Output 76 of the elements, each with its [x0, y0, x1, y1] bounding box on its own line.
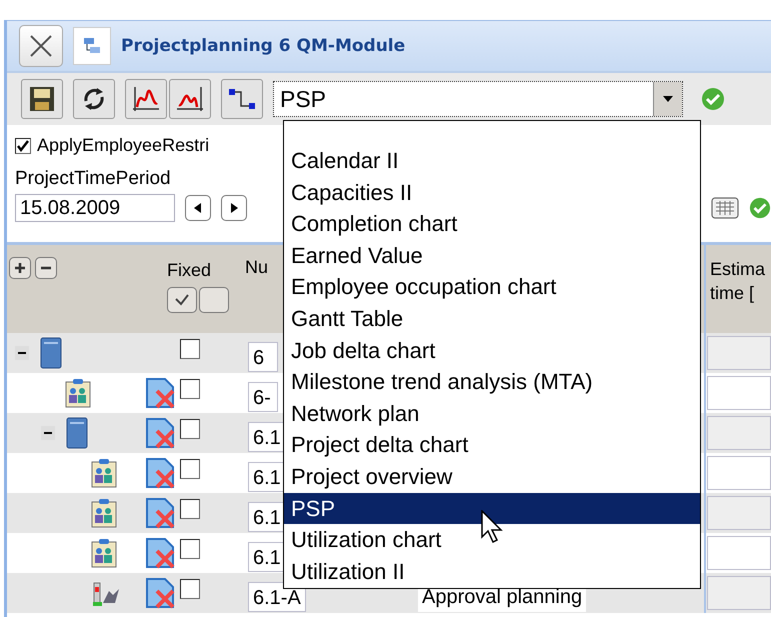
dropdown-option[interactable]: Project overview — [284, 460, 700, 493]
checkbox[interactable] — [180, 579, 200, 599]
mouse-pointer-icon — [481, 510, 503, 544]
close-button[interactable] — [19, 25, 63, 67]
dropdown-option[interactable]: Completion chart — [284, 208, 700, 240]
dropdown-option[interactable]: Network plan — [284, 398, 700, 430]
check-all-button[interactable] — [167, 287, 197, 313]
collapse-button[interactable] — [15, 346, 29, 360]
book-icon — [39, 337, 63, 369]
plus-icon — [13, 261, 27, 275]
caret-icon — [662, 95, 674, 103]
uncheck-all-button[interactable] — [199, 287, 229, 313]
view-select[interactable]: PSP — [273, 81, 683, 117]
field-label: ProjectTimePeriod — [15, 168, 172, 190]
checkmark-icon[interactable] — [701, 87, 725, 111]
dropdown-option[interactable]: Capacities II — [284, 176, 700, 208]
document-delete-icon[interactable] — [145, 497, 177, 529]
table-cell: 6.1-A — [248, 582, 306, 612]
checkbox[interactable] — [180, 379, 200, 399]
checkbox[interactable] — [15, 138, 31, 154]
network-button[interactable] — [221, 79, 263, 119]
checkmark-icon[interactable] — [749, 197, 771, 219]
window-title: Projectplanning 6 QM-Module — [121, 36, 406, 56]
table-cell: 6 — [248, 342, 278, 372]
collapse-button[interactable] — [41, 426, 55, 440]
date-field[interactable]: 15.08.2009 — [15, 194, 175, 222]
dropdown-option[interactable]: Gantt Table — [284, 302, 700, 335]
calendar-icon[interactable] — [711, 197, 739, 219]
document-delete-icon[interactable] — [145, 577, 177, 609]
document-delete-icon[interactable] — [145, 457, 177, 489]
checkbox-label: ApplyEmployeeRestri — [37, 135, 210, 156]
document-delete-icon[interactable] — [145, 417, 177, 449]
chart-button[interactable] — [169, 79, 211, 119]
save-button[interactable] — [21, 79, 63, 119]
clipboard-people-icon — [91, 538, 117, 568]
table-cell: 6.1 — [248, 422, 286, 452]
column-header: Fixed — [167, 260, 212, 281]
column-header: Estima — [710, 258, 766, 281]
checkbox[interactable] — [180, 419, 200, 439]
checkbox[interactable] — [180, 459, 200, 479]
table-cell: 6.1 — [248, 542, 286, 572]
column-header: Nu — [245, 257, 268, 277]
windows-icon — [73, 27, 111, 65]
table-cell: 6- — [248, 382, 278, 412]
document-delete-icon[interactable] — [145, 537, 177, 569]
right-triangle-icon — [230, 203, 238, 213]
document-delete-icon[interactable] — [145, 377, 177, 409]
close-icon — [28, 33, 54, 59]
dropdown-option[interactable]: Earned Value — [284, 240, 700, 272]
checkbox[interactable] — [180, 499, 200, 519]
next-button[interactable] — [221, 195, 247, 221]
dropdown-option[interactable]: Calendar II — [284, 145, 700, 177]
book-icon — [65, 417, 89, 449]
curve-chart-icon — [175, 85, 205, 113]
clipboard-people-icon — [91, 458, 117, 488]
dropdown-option[interactable]: Project delta chart — [284, 429, 700, 461]
clipboard-people-icon — [91, 498, 117, 528]
collapse-all-button[interactable] — [35, 257, 57, 279]
checkbox[interactable] — [180, 539, 200, 559]
refresh-button[interactable] — [73, 79, 115, 119]
dropdown-option[interactable]: Milestone trend analysis (MTA) — [284, 366, 700, 398]
table-cell: 6.1 — [248, 502, 286, 532]
dropdown-option[interactable]: PSP — [284, 492, 700, 524]
column-header: time [ — [710, 282, 756, 305]
dropdown-option[interactable]: Job delta chart — [284, 334, 700, 366]
table-cell: 6.1 — [248, 462, 286, 492]
dropdown-option[interactable]: Utilization chart — [284, 524, 700, 556]
chart-button[interactable] — [125, 79, 167, 119]
clipboard-people-icon — [65, 378, 91, 408]
previous-button[interactable] — [185, 195, 211, 221]
left-triangle-icon — [194, 203, 202, 213]
dropdown-option[interactable]: Employee occupation chart — [284, 271, 700, 303]
checkmark-icon — [174, 293, 190, 307]
curve-chart-icon — [131, 85, 161, 113]
checkbox[interactable] — [180, 339, 200, 359]
expand-all-button[interactable] — [9, 257, 31, 279]
